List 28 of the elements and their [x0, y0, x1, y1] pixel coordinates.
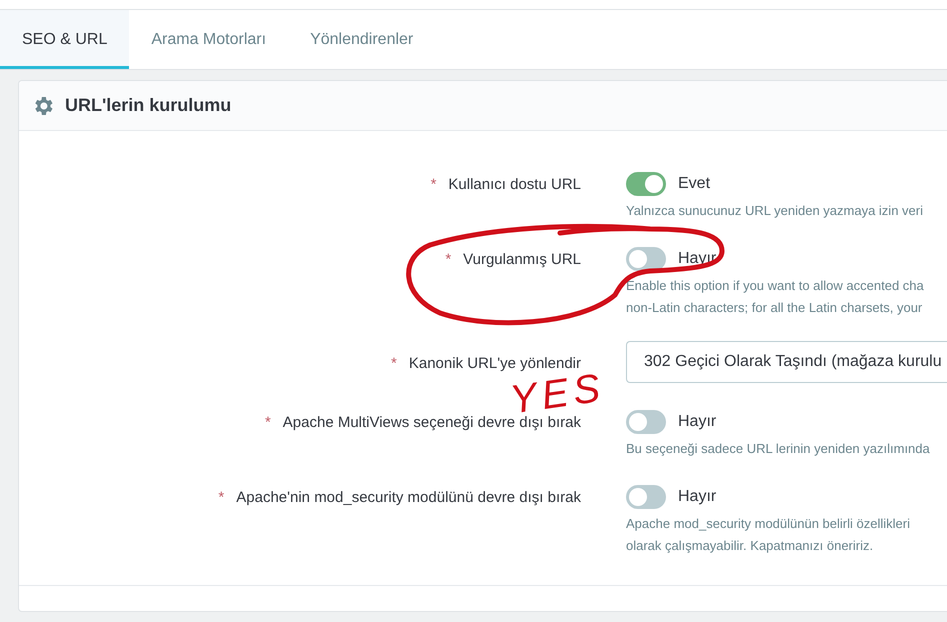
required-asterisk: *	[218, 488, 224, 508]
help-text: olarak çalışmayabilir. Kapatmanızı öneririz.	[626, 537, 874, 555]
toggle-switch[interactable]	[626, 172, 666, 196]
field-label: Vurgulanmış URL	[463, 250, 581, 270]
help-text: Bu seçeneği sadece URL lerinin yeniden yazılımında	[626, 440, 930, 458]
toggle-switch[interactable]	[626, 247, 666, 271]
help-text: non-Latin characters; for all the Latin charsets, your	[626, 299, 924, 317]
field-label: Apache'nin mod_security modülünü devre dışı bırak	[236, 488, 581, 508]
switch-label: Hayır	[678, 487, 716, 507]
switch-label: Hayır	[678, 412, 716, 432]
help-text: Enable this option if you want to allow accented cha	[626, 277, 924, 295]
toggle-switch[interactable]	[626, 410, 666, 434]
panel-title: URL'lerin kurulumu	[65, 94, 232, 117]
tab[interactable]: SEO & URL	[0, 10, 130, 69]
redirect-select[interactable]: 302 Geçici Olarak Taşındı (mağaza kurulu	[626, 341, 947, 383]
help-text: Yalnızca sunucunuz URL yeniden yazmaya izin veri	[626, 202, 923, 220]
field-label: Kullanıcı dostu URL	[448, 175, 581, 195]
tab[interactable]: Yönlendirenler	[288, 10, 436, 69]
tab[interactable]: Arama Motorları	[129, 10, 288, 69]
field-label: Kanonik URL'ye yönlendir	[408, 354, 581, 374]
switch-label: Evet	[678, 174, 710, 194]
required-asterisk: *	[430, 175, 436, 195]
help-text: Apache mod_security modülünün belirli özellikleri	[626, 515, 910, 533]
required-asterisk: *	[264, 413, 271, 433]
required-asterisk: *	[445, 250, 452, 270]
required-asterisk: *	[391, 354, 397, 374]
field-label: Apache MultiViews seçeneği devre dışı bırak	[282, 413, 581, 433]
toggle-switch[interactable]	[626, 485, 666, 509]
